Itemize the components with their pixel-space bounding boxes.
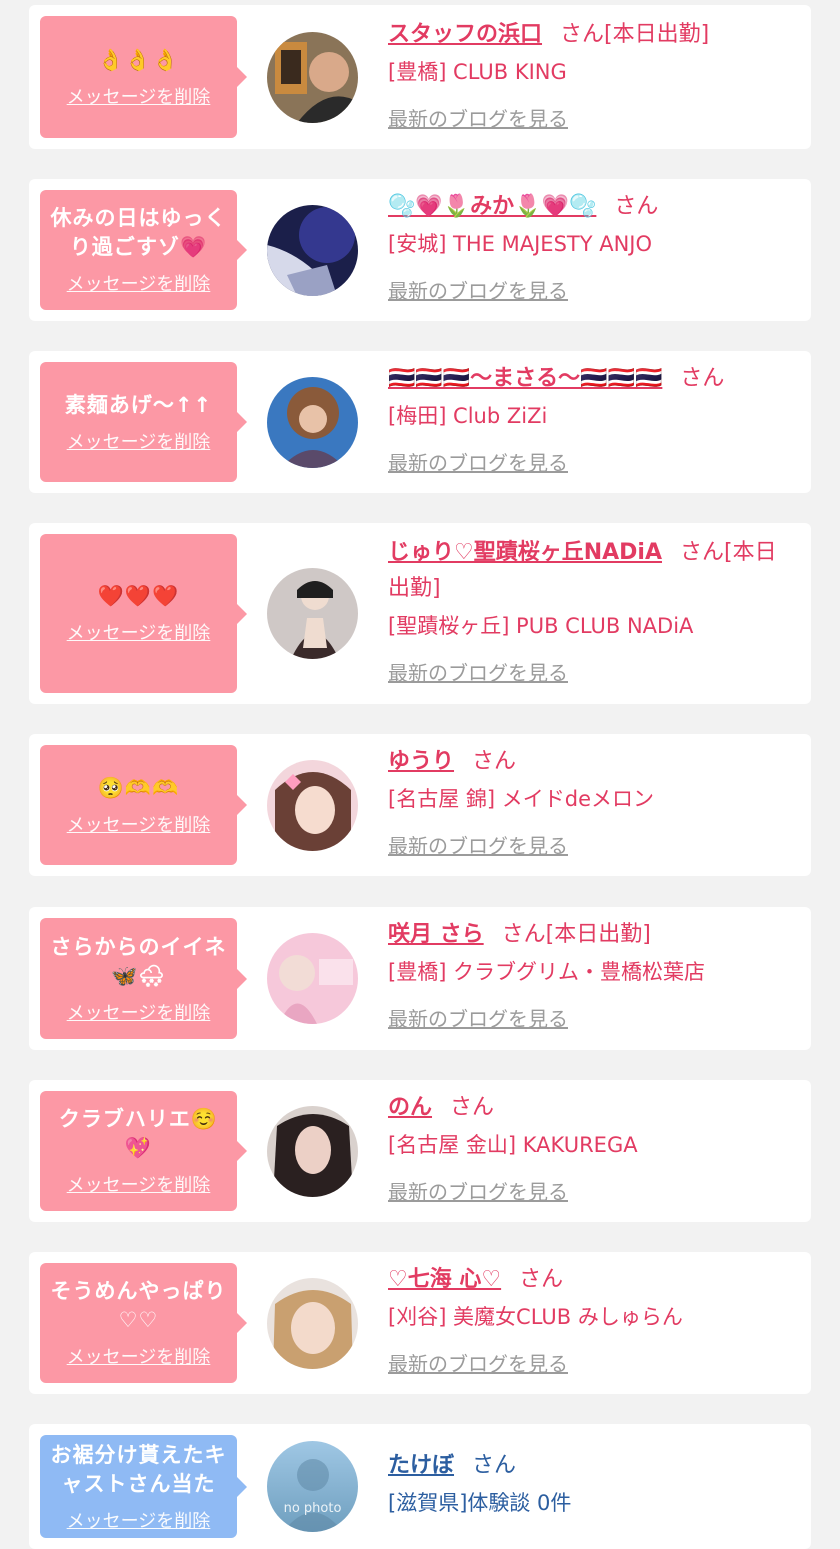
avatar[interactable] [267,1106,358,1197]
delete-message-link[interactable]: メッセージを削除 [67,1343,211,1369]
avatar[interactable] [267,32,358,123]
delete-message-link[interactable]: メッセージを削除 [67,270,211,296]
message-bubble: そうめんやっぱり♡♡ メッセージを削除 [40,1263,247,1383]
list-item: 素麺あげ〜↑↑ メッセージを削除 🇹🇭🇹🇭🇹🇭〜まさる〜🇹🇭🇹🇭🇹🇭 さん [梅田… [29,351,811,493]
user-suffix: さん[本日出勤] [501,922,651,947]
message-text: さらからのイイネ🦋🌨 [50,934,227,988]
avatar[interactable] [267,760,358,851]
message-bubble: 素麺あげ〜↑↑ メッセージを削除 [40,362,247,482]
list-item: 👌👌👌 メッセージを削除 スタッフの浜口 さん[本日出勤] [豊橋] CLUB K… [29,5,811,149]
user-info: たけぼ さん [滋賀県]体験談 0件 [388,1448,791,1520]
user-name-link[interactable]: 咲月 さら [388,922,484,947]
blog-link[interactable]: 最新のブログを見る [388,103,568,132]
avatar[interactable] [267,377,358,468]
blog-link[interactable]: 最新のブログを見る [388,1176,568,1205]
user-info: ゆうり さん [名古屋 錦] メイドdeメロン 最新のブログを見る [388,744,791,859]
avatar[interactable]: no photo [267,1441,358,1532]
list-item: 🥺🫶🫶 メッセージを削除 ゆうり さん [名古屋 錦] メイドdeメロン 最新のブ… [29,734,811,876]
user-suffix: さん [680,366,725,391]
user-info: じゅり♡聖蹟桜ヶ丘NADiA さん[本日出勤] [聖蹟桜ヶ丘] PUB CLUB … [388,535,791,686]
blog-link[interactable]: 最新のブログを見る [388,447,568,476]
store-label: [豊橋] CLUB KING [388,60,567,84]
delete-message-link[interactable]: メッセージを削除 [67,999,211,1025]
list-item: お裾分け貰えたキャストさん当た メッセージを削除 no photo たけぼ さん … [29,1424,811,1549]
blog-link[interactable]: 最新のブログを見る [388,830,568,859]
blog-link[interactable]: 最新のブログを見る [388,657,568,686]
store-label: [刈谷] 美魔女CLUB みしゅらん [388,1305,683,1329]
user-name-link[interactable]: じゅり♡聖蹟桜ヶ丘NADiA [388,540,662,565]
user-name-link[interactable]: のん [388,1095,432,1120]
user-name-link[interactable]: 🇹🇭🇹🇭🇹🇭〜まさる〜🇹🇭🇹🇭🇹🇭 [388,366,662,391]
user-info: 🫧💗🌷みか🌷💗🫧 さん [安城] THE MAJESTY ANJO 最新のブログを… [388,189,791,304]
message-text: ❤️❤️❤️ [97,584,180,608]
message-text: 素麺あげ〜↑↑ [64,392,213,417]
message-text: 休みの日はゆっくり過ごすゾ💗 [50,206,227,259]
user-info: スタッフの浜口 さん[本日出勤] [豊橋] CLUB KING 最新のブログを見る [388,17,791,132]
delete-message-link[interactable]: メッセージを削除 [67,83,211,109]
message-text: 🥺🫶🫶 [97,775,180,800]
avatar[interactable] [267,205,358,296]
delete-message-link[interactable]: メッセージを削除 [67,619,211,645]
message-bubble: ❤️❤️❤️ メッセージを削除 [40,534,247,693]
avatar[interactable] [267,568,358,659]
user-suffix: さん [450,1095,495,1120]
store-label: [滋賀県]体験談 0件 [388,1491,572,1515]
user-name-link[interactable]: たけぼ [388,1453,454,1478]
user-info: のん さん [名古屋 金山] KAKUREGA 最新のブログを見る [388,1090,791,1205]
user-suffix: さん [472,1453,517,1478]
list-item: さらからのイイネ🦋🌨 メッセージを削除 咲月 さら さん[本日出勤] [豊橋] ク… [29,907,811,1050]
user-info: ♡七海 心♡ さん [刈谷] 美魔女CLUB みしゅらん 最新のブログを見る [388,1262,791,1377]
message-text: そうめんやっぱり♡♡ [50,1279,227,1332]
message-bubble: お裾分け貰えたキャストさん当た メッセージを削除 [40,1435,247,1538]
store-label: [豊橋] クラブグリム・豊橋松葉店 [388,960,706,984]
avatar[interactable] [267,933,358,1024]
message-bubble: 👌👌👌 メッセージを削除 [40,16,247,138]
delete-message-link[interactable]: メッセージを削除 [67,811,211,837]
message-text: クラブハリエ☺️💖 [58,1107,219,1160]
delete-message-link[interactable]: メッセージを削除 [67,428,211,454]
user-name-link[interactable]: 🫧💗🌷みか🌷💗🫧 [388,194,596,219]
message-bubble: クラブハリエ☺️💖 メッセージを削除 [40,1091,247,1211]
user-name-link[interactable]: ゆうり [388,749,454,774]
delete-message-link[interactable]: メッセージを削除 [67,1507,211,1533]
avatar[interactable] [267,1278,358,1369]
store-label: [名古屋 金山] KAKUREGA [388,1133,638,1157]
message-text: 👌👌👌 [97,47,180,72]
blog-link[interactable]: 最新のブログを見る [388,1003,568,1032]
store-label: [聖蹟桜ヶ丘] PUB CLUB NADiA [388,614,694,638]
delete-message-link[interactable]: メッセージを削除 [67,1171,211,1197]
store-label: [安城] THE MAJESTY ANJO [388,232,653,256]
blog-link[interactable]: 最新のブログを見る [388,1348,568,1377]
message-text: お裾分け貰えたキャストさん当た [50,1442,227,1496]
user-suffix: さん [472,749,517,774]
user-info: 咲月 さら さん[本日出勤] [豊橋] クラブグリム・豊橋松葉店 最新のブログを見… [388,917,791,1032]
list-item: クラブハリエ☺️💖 メッセージを削除 のん さん [名古屋 金山] KAKUREG… [29,1080,811,1222]
message-bubble: さらからのイイネ🦋🌨 メッセージを削除 [40,918,247,1039]
blog-link[interactable]: 最新のブログを見る [388,275,568,304]
store-label: [梅田] Club ZiZi [388,404,548,428]
message-bubble: 休みの日はゆっくり過ごすゾ💗 メッセージを削除 [40,190,247,310]
user-info: 🇹🇭🇹🇭🇹🇭〜まさる〜🇹🇭🇹🇭🇹🇭 さん [梅田] Club ZiZi 最新のブロ… [388,361,791,476]
user-name-link[interactable]: スタッフの浜口 [388,22,542,47]
list-item: そうめんやっぱり♡♡ メッセージを削除 ♡七海 心♡ さん [刈谷] 美魔女CLU… [29,1252,811,1394]
user-name-link[interactable]: ♡七海 心♡ [388,1267,501,1292]
user-suffix: さん [519,1267,564,1292]
store-label: [名古屋 錦] メイドdeメロン [388,787,654,811]
user-suffix: さん [614,194,659,219]
message-bubble: 🥺🫶🫶 メッセージを削除 [40,745,247,865]
no-photo-label: no photo [283,1501,342,1516]
list-item: ❤️❤️❤️ メッセージを削除 じゅり♡聖蹟桜ヶ丘NADiA さん[本日出勤] [… [29,523,811,704]
user-suffix: さん[本日出勤] [560,22,710,47]
list-item: 休みの日はゆっくり過ごすゾ💗 メッセージを削除 🫧💗🌷みか🌷💗🫧 さん [安城] … [29,179,811,321]
